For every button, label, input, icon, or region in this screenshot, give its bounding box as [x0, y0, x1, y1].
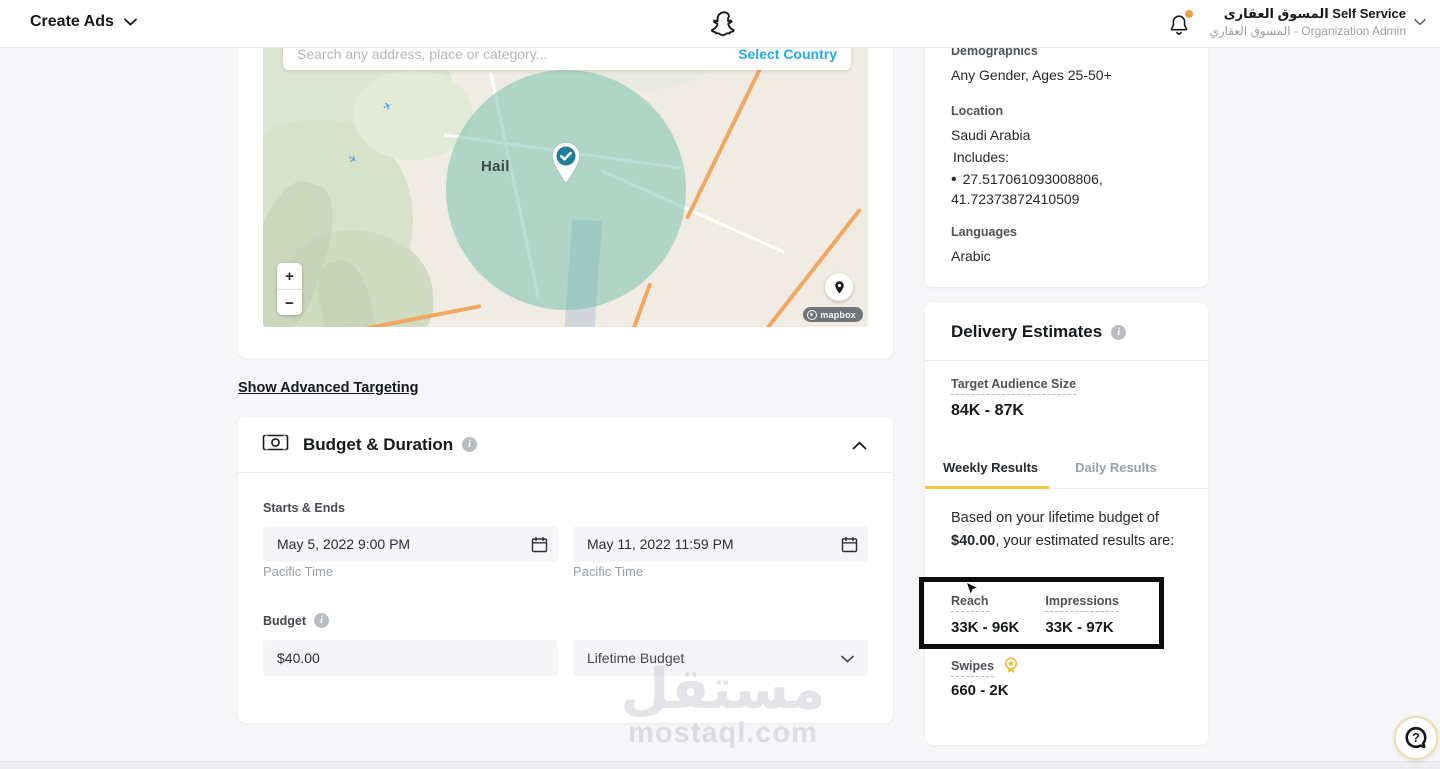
mapbox-label: mapbox	[820, 310, 856, 320]
geofence-radius-circle	[446, 70, 686, 310]
mapbox-logo-icon	[807, 310, 817, 320]
annotation-highlight-box: Reach 33K - 96K Impressions 33K - 97K	[919, 577, 1164, 649]
zoom-in-button[interactable]: +	[277, 263, 302, 289]
location-includes-label: Includes:	[953, 149, 1182, 165]
page: Create Ads المسوق العقارى Self Service ا…	[0, 0, 1440, 769]
help-button[interactable]: ?	[1394, 716, 1438, 760]
swipes-label[interactable]: Swipes	[951, 659, 994, 677]
delivery-estimates-card: Delivery Estimates i Target Audience Siz…	[925, 303, 1208, 745]
divider	[925, 360, 1208, 361]
tab-daily-results[interactable]: Daily Results	[1075, 460, 1157, 488]
map-canvas[interactable]: ✈ ✈ Hail Select Country + −	[263, 30, 868, 327]
account-text: المسوق العقارى Self Service المسوق العقا…	[1209, 5, 1406, 39]
zoom-out-button[interactable]: −	[277, 290, 302, 316]
swipes-value: 660 - 2K	[951, 682, 1009, 699]
goal-medal-icon	[1003, 657, 1019, 679]
demographics-value: Any Gender, Ages 25-50+	[951, 67, 1182, 83]
target-audience-size-value: 84K - 87K	[951, 402, 1024, 420]
notification-dot	[1185, 10, 1193, 18]
location-pin-marker[interactable]	[549, 141, 583, 185]
coords-line2: 41.72373872410509	[951, 191, 1079, 207]
languages-value: Arabic	[951, 248, 1182, 264]
location-country: Saudi Arabia	[951, 127, 1182, 143]
info-icon[interactable]: i	[314, 613, 329, 628]
create-ads-menu[interactable]: Create Ads	[30, 13, 137, 31]
impressions-label[interactable]: Impressions	[1045, 594, 1119, 612]
map-search-input[interactable]	[297, 46, 738, 62]
map-zoom-control: + −	[277, 263, 302, 315]
starts-ends-label: Starts & Ends	[263, 501, 345, 515]
reach-value: 33K - 96K	[951, 619, 1019, 636]
start-timezone-label: Pacific Time	[263, 564, 333, 579]
select-country-button[interactable]: Select Country	[738, 46, 837, 62]
banknote-icon	[262, 432, 289, 458]
impressions-metric: Impressions 33K - 97K	[1045, 592, 1119, 644]
start-date-input[interactable]	[263, 526, 558, 562]
info-icon[interactable]: i	[462, 437, 477, 452]
svg-text:?: ?	[1412, 731, 1420, 745]
swipes-metric-row: Swipes	[951, 657, 1019, 679]
snapchat-ghost-icon[interactable]	[709, 9, 739, 39]
budget-card-header: Budget & Duration i	[238, 417, 893, 473]
drop-pin-button[interactable]	[825, 273, 853, 301]
location-map-card: ✈ ✈ Hail Select Country + −	[238, 30, 893, 358]
page-bottom-strip	[0, 761, 1440, 769]
summary-prefix: Based on your lifetime budget of	[951, 510, 1159, 526]
notifications-bell-icon[interactable]	[1168, 10, 1194, 38]
info-icon[interactable]: i	[1111, 325, 1126, 340]
end-date-input[interactable]	[573, 526, 868, 562]
chevron-down-icon	[124, 13, 137, 31]
account-menu[interactable]: المسوق العقارى Self Service المسوق العقا…	[1209, 5, 1426, 39]
budget-amount-input[interactable]	[263, 640, 558, 676]
estimate-summary-text: Based on your lifetime budget of $40.00,…	[951, 507, 1187, 553]
show-advanced-targeting-link[interactable]: Show Advanced Targeting	[238, 380, 418, 396]
mapbox-attribution[interactable]: mapbox	[803, 307, 863, 322]
budget-type-value: Lifetime Budget	[587, 650, 684, 666]
budget-label-row: Budget i	[263, 613, 329, 628]
account-name: المسوق العقارى Self Service	[1209, 5, 1406, 23]
delivery-title-row: Delivery Estimates i	[951, 322, 1126, 342]
summary-suffix: , your estimated results are:	[995, 533, 1174, 549]
top-bar: Create Ads المسوق العقارى Self Service ا…	[0, 0, 1440, 48]
mouse-cursor	[966, 583, 977, 602]
budget-card-title: Budget & Duration	[303, 435, 453, 455]
create-ads-label: Create Ads	[30, 13, 114, 31]
collapse-chevron-up-icon[interactable]	[852, 437, 867, 455]
budget-duration-card: Budget & Duration i Starts & Ends Pacifi…	[238, 417, 893, 723]
budget-type-dropdown[interactable]: Lifetime Budget	[573, 640, 868, 676]
map-city-label: Hail	[481, 158, 510, 175]
coords-line1: 27.517061093008806,	[963, 171, 1103, 187]
bullet: •	[951, 171, 957, 188]
languages-label: Languages	[951, 225, 1182, 239]
targeting-summary-card: Demographics Any Gender, Ages 25-50+ Loc…	[925, 20, 1208, 287]
reach-metric: Reach 33K - 96K	[951, 592, 1019, 644]
chevron-down-icon	[841, 650, 854, 666]
budget-label: Budget	[263, 614, 306, 628]
tab-weekly-results[interactable]: Weekly Results	[925, 460, 1049, 489]
location-label: Location	[951, 104, 1182, 118]
chevron-down-icon	[1414, 13, 1426, 31]
target-audience-size-label[interactable]: Target Audience Size	[951, 377, 1076, 395]
location-coordinates: • 27.517061093008806, 41.72373872410509	[951, 169, 1182, 209]
account-role: المسوق العقاري - Organization Admin	[1209, 23, 1406, 39]
calendar-icon[interactable]	[841, 536, 858, 553]
delivery-title: Delivery Estimates	[951, 322, 1102, 342]
help-question-icon: ?	[1403, 725, 1429, 751]
end-timezone-label: Pacific Time	[573, 564, 643, 579]
impressions-value: 33K - 97K	[1045, 619, 1119, 636]
summary-budget: $40.00	[951, 533, 995, 549]
results-tabs: Weekly Results Daily Results	[925, 447, 1208, 489]
calendar-icon[interactable]	[531, 536, 548, 553]
